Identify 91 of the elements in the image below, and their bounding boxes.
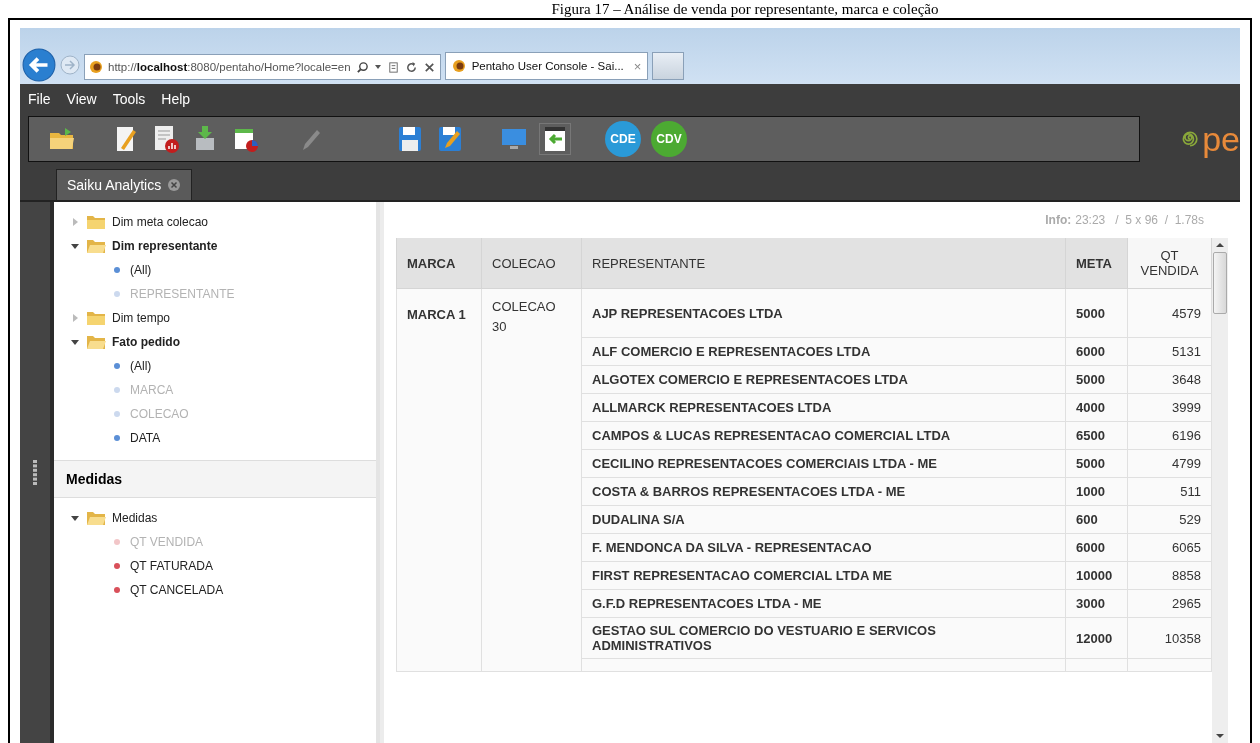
section-header: Medidas xyxy=(54,460,376,498)
table-cell: 6065 xyxy=(1127,533,1212,562)
table-cell: 2965 xyxy=(1127,589,1212,618)
table-cell: 600 xyxy=(1065,505,1128,534)
table-cell: COLECAO 30 xyxy=(481,288,582,672)
table-cell: CAMPOS & LUCAS REPRESENTACAO COMERCIAL LTDA xyxy=(581,421,1066,450)
address-bar[interactable]: http://localhost:8080/pentaho/Home?locale=en xyxy=(84,54,441,80)
table-cell: ALGOTEX COMERCIO E REPRESENTACOES LTDA xyxy=(581,365,1066,394)
table-cell: 6000 xyxy=(1065,337,1128,366)
table-cell: ALLMARCK REPRESENTACOES LTDA xyxy=(581,393,1066,422)
table-cell: 3999 xyxy=(1127,393,1212,422)
table-cell: 4799 xyxy=(1127,449,1212,478)
logo-text: pe xyxy=(1202,119,1240,159)
column-header: COLECAO xyxy=(481,238,582,289)
tree-leaf-label[interactable]: (All) xyxy=(130,263,152,277)
table-cell: CECILINO REPRESENTACOES COMERCIAIS LTDA - ME xyxy=(581,449,1066,478)
expanded-triangle-icon[interactable] xyxy=(70,513,80,523)
table-cell: 4579 xyxy=(1127,288,1212,338)
menu-item[interactable]: Help xyxy=(161,91,191,107)
figure-caption: Figura 17 – Análise de venda por representante, marca e coleção xyxy=(550,0,940,18)
menu-item[interactable]: File xyxy=(28,91,51,107)
folder-icon xyxy=(86,238,106,254)
scrollbar[interactable] xyxy=(1212,238,1228,743)
tree-leaf-label[interactable]: (All) xyxy=(130,359,152,373)
tab-label: Saiku Analytics xyxy=(67,177,162,193)
table-cell: 1000 xyxy=(1065,477,1128,506)
tree-folder-label[interactable]: Dim meta colecao xyxy=(112,215,209,229)
folder-icon xyxy=(86,510,106,526)
folder-icon xyxy=(86,310,106,326)
caret-icon[interactable] xyxy=(373,63,382,71)
table-cell: 6500 xyxy=(1065,421,1128,450)
close-icon[interactable] xyxy=(422,60,436,74)
table-cell: FIRST REPRESENTACAO COMERCIAL LTDA ME xyxy=(581,561,1066,590)
tree-folder-label[interactable]: Dim tempo xyxy=(112,311,170,325)
table-cell: 8858 xyxy=(1127,561,1212,590)
expanded-triangle-icon[interactable] xyxy=(70,241,80,251)
folder-icon xyxy=(86,214,106,230)
table-cell: 6000 xyxy=(1065,533,1128,562)
table-cell: F. MENDONCA DA SILVA - REPRESENTACAO xyxy=(581,533,1066,562)
table-cell: 3000 xyxy=(1065,589,1128,618)
drag-handle-icon[interactable] xyxy=(33,459,37,486)
expanded-triangle-icon[interactable] xyxy=(70,337,80,347)
scroll-thumb[interactable] xyxy=(1213,252,1227,314)
column-header: MARCA xyxy=(396,238,482,289)
tree-leaf-label[interactable]: QT FATURADA xyxy=(130,559,213,573)
tree-leaf-label[interactable]: QT CANCELADA xyxy=(130,583,224,597)
table-cell: 4000 xyxy=(1065,393,1128,422)
table-cell: G.F.D REPRESENTACOES LTDA - ME xyxy=(581,589,1066,618)
folder-icon xyxy=(86,334,106,350)
refresh-icon[interactable] xyxy=(404,60,418,74)
table-cell: MARCA 1 xyxy=(396,288,482,672)
document-icon[interactable] xyxy=(386,60,400,74)
menu-item[interactable]: Tools xyxy=(112,91,146,107)
table-cell: 3648 xyxy=(1127,365,1212,394)
table-cell: 6196 xyxy=(1127,421,1212,450)
info-time: 23:23 xyxy=(1075,213,1106,227)
table-cell: AJP REPRESENTACOES LTDA xyxy=(581,288,1066,338)
site-logo-icon xyxy=(89,60,103,74)
table-cell: DUDALINA S/A xyxy=(581,505,1066,534)
table-cell: COSTA & BARROS REPRESENTACOES LTDA - ME xyxy=(581,477,1066,506)
tree-folder-label[interactable]: Dim representante xyxy=(112,239,218,253)
table-cell: 5000 xyxy=(1065,288,1128,338)
menu-item[interactable]: View xyxy=(66,91,97,107)
table-cell: GESTAO SUL COMERCIO DO VESTUARIO E SERVICOS ADMINISTRATIVOS xyxy=(581,617,1066,659)
table-cell: 5131 xyxy=(1127,337,1212,366)
column-header: META xyxy=(1065,238,1128,289)
url-text: http://localhost:8080/pentaho/Home?locale=en xyxy=(108,61,351,73)
table-cell: 511 xyxy=(1127,477,1212,506)
browser-tab[interactable]: Pentaho User Console - Sai... × xyxy=(444,52,649,80)
column-header: QT VENDIDA xyxy=(1127,238,1212,289)
search-icon[interactable] xyxy=(355,60,369,74)
table-cell: 10000 xyxy=(1065,561,1128,590)
tree-leaf-label[interactable]: DATA xyxy=(130,431,161,445)
table-cell: 5000 xyxy=(1065,449,1128,478)
close-icon[interactable] xyxy=(167,178,182,192)
table-cell: 5000 xyxy=(1065,365,1128,394)
scroll-up-arrow-icon[interactable] xyxy=(1216,242,1224,248)
tab-title: Pentaho User Console - Sai... xyxy=(471,60,624,72)
column-header: REPRESENTANTE xyxy=(581,238,1066,289)
site-logo-icon xyxy=(451,59,466,73)
tab-close-button[interactable]: × xyxy=(633,58,642,74)
table-cell: 529 xyxy=(1127,505,1212,534)
info-stats: / 5 x 96 / 1.78s xyxy=(1115,213,1204,227)
tree-folder-label[interactable]: Fato pedido xyxy=(112,335,180,349)
table-cell: ALF COMERCIO E REPRESENTACOES LTDA xyxy=(581,337,1066,366)
app-tab[interactable]: Saiku Analytics xyxy=(56,169,193,200)
scroll-down-arrow-icon[interactable] xyxy=(1216,733,1224,739)
table-cell: 10358 xyxy=(1127,617,1212,659)
table-cell: 12000 xyxy=(1065,617,1128,659)
info-label: Info: xyxy=(1045,213,1072,227)
tree-folder-label[interactable]: Medidas xyxy=(112,511,158,525)
